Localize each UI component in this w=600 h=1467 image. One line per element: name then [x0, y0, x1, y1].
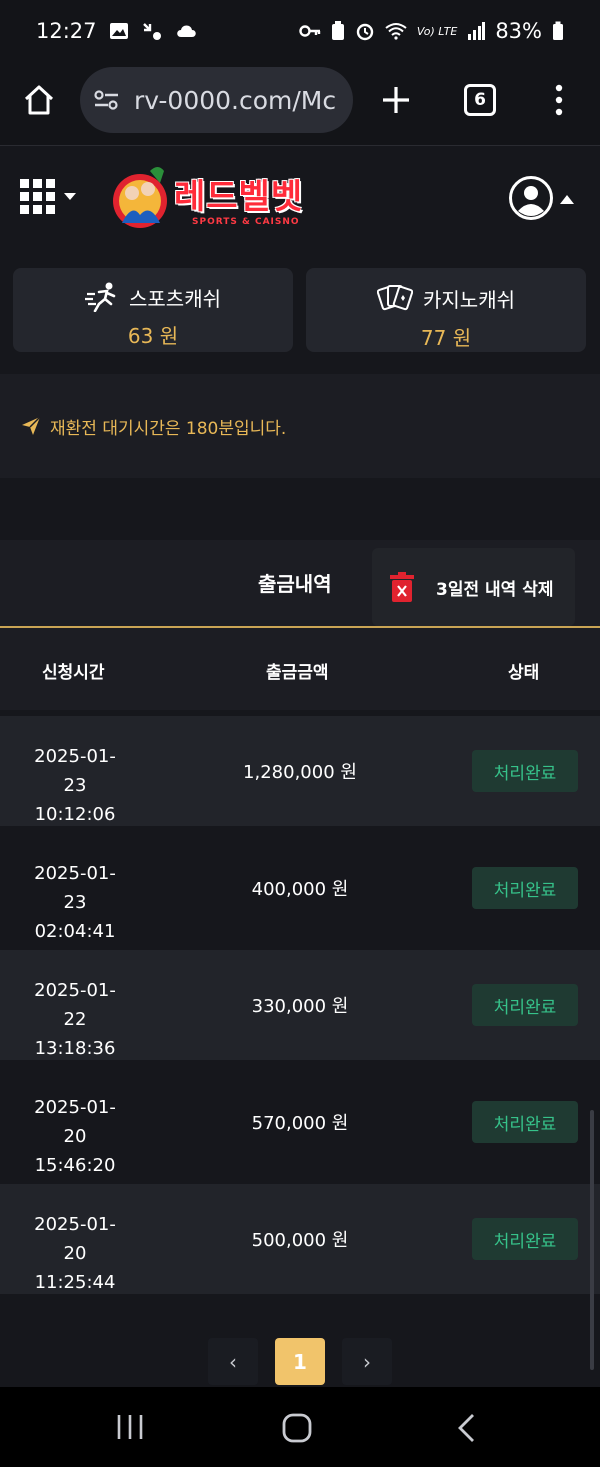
user-avatar-icon [509, 176, 553, 220]
cash-balance-row: 스포츠캐쉬 63 원 카지노캐쉬 77 원 [0, 252, 600, 374]
battery-percent: 83% [495, 19, 542, 43]
notice-banner: 재환전 대기시간은 180분입니다. [0, 374, 600, 478]
history-header: 출금내역 3일전 내역 삭제 [0, 540, 600, 628]
spacer [0, 478, 600, 540]
logo-subtitle: SPORTS & CAISNO [192, 217, 300, 227]
site-header: 레드벨벳 SPORTS & CAISNO [0, 147, 600, 252]
request-clock: 15:46:20 [34, 1155, 116, 1176]
column-request-time: 신청시간 [42, 663, 105, 683]
user-menu-button[interactable] [508, 175, 578, 221]
request-date: 2025-01-22 [34, 980, 116, 1030]
browser-toolbar: rv-0000.com/Mc 6 [0, 62, 600, 146]
alarm-icon [356, 23, 374, 41]
withdrawal-amount: 400,000 원 [251, 879, 349, 900]
cards-icon [377, 285, 413, 311]
request-clock: 11:25:44 [34, 1272, 116, 1293]
home-icon[interactable] [22, 83, 56, 117]
request-date: 2025-01-20 [34, 1097, 116, 1147]
next-page-button[interactable]: › [342, 1338, 392, 1385]
home-button-icon[interactable] [282, 1413, 312, 1443]
delete-old-history-button[interactable]: 3일전 내역 삭제 [372, 548, 575, 626]
status-badge: 처리완료 [472, 750, 578, 792]
apps-menu-button[interactable] [20, 179, 80, 215]
wifi-icon [385, 23, 407, 40]
logo-emblem [113, 167, 167, 228]
pagination: ‹ 1 › [0, 1338, 600, 1386]
request-time: 2025-01-23 02:04:41 [24, 859, 126, 946]
table-row: 2025-01-20 15:46:20 570,000 원 처리완료 [0, 1067, 600, 1177]
request-date: 2025-01-20 [34, 1214, 116, 1264]
status-badge: 처리완료 [472, 984, 578, 1026]
request-clock: 10:12:06 [34, 804, 116, 825]
new-tab-icon[interactable] [380, 84, 412, 116]
sports-cash-label: 스포츠캐쉬 [129, 286, 221, 311]
withdrawal-amount: 330,000 원 [251, 996, 349, 1017]
request-date: 2025-01-23 [34, 863, 116, 913]
casino-cash-label: 카지노캐쉬 [423, 287, 515, 312]
back-icon[interactable] [456, 1413, 476, 1443]
column-amount: 출금금액 [266, 663, 329, 683]
tab-switcher-button[interactable]: 6 [464, 84, 496, 116]
prev-page-button[interactable]: ‹ [208, 1338, 258, 1385]
request-time: 2025-01-23 10:12:06 [24, 742, 126, 829]
status-badge: 처리완료 [472, 1218, 578, 1260]
request-clock: 02:04:41 [34, 921, 116, 942]
page-button-current[interactable]: 1 [275, 1338, 325, 1385]
battery-saver-icon [331, 21, 344, 40]
withdrawal-history-panel: 출금내역 3일전 내역 삭제 신청시간 출금금액 상태 2025-01-23 10… [0, 540, 600, 1387]
sports-cash-amount: 63 원 [127, 324, 179, 348]
request-time: 2025-01-22 13:18:36 [24, 976, 126, 1063]
battery-icon [553, 21, 563, 40]
signal-icon [468, 22, 486, 40]
status-badge: 처리완료 [472, 1101, 578, 1143]
caret-down-icon [64, 193, 76, 200]
withdrawal-amount: 570,000 원 [251, 1113, 349, 1134]
request-clock: 13:18:36 [34, 1038, 116, 1059]
site-logo[interactable]: 레드벨벳 SPORTS & CAISNO [110, 163, 320, 233]
system-navigation-bar [0, 1387, 600, 1467]
address-bar[interactable]: rv-0000.com/Mc [80, 67, 353, 133]
history-title: 출금내역 [258, 572, 332, 596]
column-status: 상태 [508, 663, 540, 683]
notice-text: 재환전 대기시간은 180분입니다. [50, 418, 287, 439]
withdrawal-amount: 1,280,000 원 [243, 762, 357, 783]
request-time: 2025-01-20 11:25:44 [24, 1210, 126, 1297]
recent-apps-icon[interactable] [116, 1414, 144, 1440]
status-bar: 12:27 Vo) LTE 83% [0, 0, 600, 62]
withdrawal-amount: 500,000 원 [251, 1230, 349, 1251]
request-time: 2025-01-20 15:46:20 [24, 1093, 126, 1180]
history-column-header: 신청시간 출금금액 상태 [0, 628, 600, 710]
tab-count: 6 [474, 90, 486, 110]
gallery-icon [109, 23, 128, 39]
logo-text: 레드벨벳 [174, 177, 304, 217]
status-time: 12:27 [36, 19, 97, 43]
request-date: 2025-01-23 [34, 746, 116, 796]
network-label: Vo) LTE [416, 24, 458, 38]
more-menu-icon[interactable] [548, 84, 570, 116]
sports-cash-card[interactable]: 스포츠캐쉬 63 원 [13, 268, 293, 352]
table-row: 2025-01-23 02:04:41 400,000 원 처리완료 [0, 833, 600, 943]
site-settings-icon[interactable] [92, 87, 122, 113]
casino-cash-amount: 77 원 [420, 326, 472, 350]
delete-old-history-label: 3일전 내역 삭제 [436, 579, 554, 600]
key-icon [299, 25, 321, 37]
caret-up-icon [560, 195, 574, 204]
running-icon [85, 282, 116, 312]
scrollbar[interactable] [590, 1110, 594, 1370]
paper-plane-icon [22, 416, 41, 435]
table-row: 2025-01-23 10:12:06 1,280,000 원 처리완료 [0, 716, 600, 826]
trash-icon [390, 572, 414, 602]
missed-call-icon [142, 23, 161, 40]
casino-cash-card[interactable]: 카지노캐쉬 77 원 [306, 268, 586, 352]
table-row: 2025-01-20 11:25:44 500,000 원 처리완료 [0, 1184, 600, 1294]
status-badge: 처리완료 [472, 867, 578, 909]
grid-icon [20, 179, 55, 214]
table-row: 2025-01-22 13:18:36 330,000 원 처리완료 [0, 950, 600, 1060]
url-text: rv-0000.com/Mc [134, 85, 337, 115]
weather-icon [176, 25, 196, 37]
